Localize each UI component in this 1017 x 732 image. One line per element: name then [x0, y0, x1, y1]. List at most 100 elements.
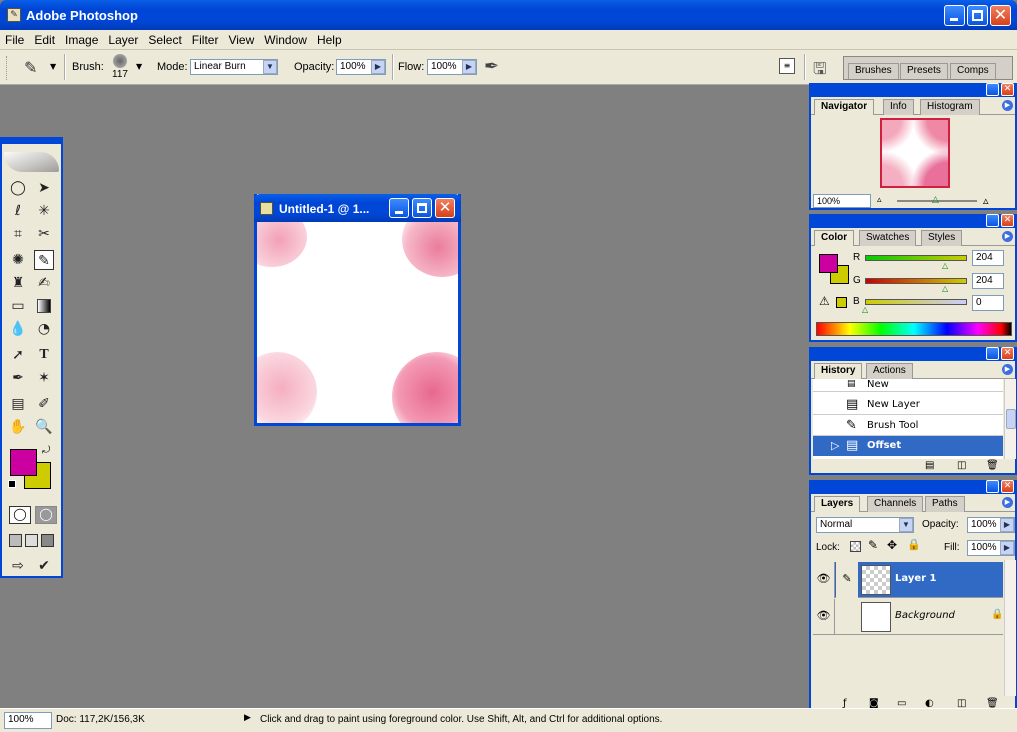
menu-image[interactable]: Image: [60, 30, 103, 47]
lock-all-icon[interactable]: 🔒: [907, 538, 921, 551]
move-tool-icon[interactable]: ➤: [34, 178, 54, 198]
minimize-button[interactable]: [944, 5, 965, 26]
mode-select[interactable]: Linear Burn ▼: [190, 59, 278, 75]
eraser-tool-icon[interactable]: ▭: [8, 296, 28, 316]
tab-paths[interactable]: Paths: [925, 496, 965, 512]
b-value-input[interactable]: 0: [972, 295, 1004, 311]
g-slider-thumb-icon[interactable]: △: [942, 284, 948, 293]
g-slider[interactable]: [865, 278, 967, 284]
r-slider[interactable]: [865, 255, 967, 261]
panel-menu-icon[interactable]: ▶: [1002, 364, 1013, 375]
tab-styles[interactable]: Styles: [921, 230, 963, 246]
well-tab-presets[interactable]: Presets: [900, 63, 948, 79]
list-item[interactable]: ▷ ▤ Offset: [813, 436, 1003, 456]
notes-tool-icon[interactable]: ▤: [8, 394, 28, 414]
list-item[interactable]: ▤ New: [813, 379, 1003, 392]
blend-mode-select[interactable]: Normal ▼: [816, 517, 914, 533]
lock-position-icon[interactable]: ✥: [887, 538, 897, 552]
lasso-tool-icon[interactable]: ℓ: [8, 201, 28, 221]
doc-close-button[interactable]: ✕: [435, 198, 455, 218]
b-slider[interactable]: [865, 299, 967, 305]
layer-row[interactable]: 👁 Background 🔒: [813, 599, 1003, 635]
history-scrollbar[interactable]: [1004, 379, 1016, 459]
status-zoom-input[interactable]: 100%: [4, 712, 52, 729]
menu-layer[interactable]: Layer: [103, 30, 143, 47]
tab-navigator[interactable]: Navigator: [814, 99, 875, 115]
edit-in-imageready-icon[interactable]: ✔: [34, 556, 54, 576]
fill-input[interactable]: 100% ▶: [967, 540, 1015, 556]
new-document-from-state-icon[interactable]: ▤: [925, 460, 934, 471]
history-brush-icon[interactable]: ✍: [34, 273, 54, 293]
default-colors-icon[interactable]: [8, 480, 16, 488]
brush-tool-preset-icon[interactable]: ✎: [24, 58, 37, 77]
menu-view[interactable]: View: [223, 30, 259, 47]
color-ramp[interactable]: [816, 322, 1012, 336]
tab-color[interactable]: Color: [814, 230, 855, 246]
screen-mode-full[interactable]: [41, 534, 54, 547]
brush-dropdown-icon[interactable]: ▼: [136, 62, 142, 71]
panel-minimize-button[interactable]: [986, 214, 999, 227]
tab-channels[interactable]: Channels: [867, 496, 924, 512]
layer-name[interactable]: Layer 1: [895, 573, 936, 584]
menu-file[interactable]: File: [0, 30, 29, 47]
screen-mode-full-menu[interactable]: [25, 534, 38, 547]
b-slider-thumb-icon[interactable]: △: [862, 305, 868, 314]
layer-name[interactable]: Background: [895, 610, 955, 621]
slice-tool-icon[interactable]: ✂: [34, 224, 54, 244]
brush-preview-icon[interactable]: [113, 54, 127, 68]
swap-colors-icon[interactable]: ⤾: [42, 445, 50, 456]
lock-pixels-icon[interactable]: ✎: [868, 538, 878, 552]
gamut-color-swatch[interactable]: [836, 297, 847, 308]
panel-menu-icon[interactable]: ▶: [1002, 497, 1013, 508]
list-item[interactable]: ✎ Brush Tool: [813, 416, 1003, 436]
eye-icon[interactable]: 👁: [813, 562, 835, 598]
history-state-slider-icon[interactable]: ▷: [831, 439, 839, 452]
eye-icon[interactable]: 👁: [813, 599, 835, 635]
status-menu-icon[interactable]: ▶: [244, 713, 251, 723]
r-value-input[interactable]: 204: [972, 250, 1004, 266]
crop-tool-icon[interactable]: ⌗: [8, 224, 28, 244]
preset-dropdown-icon[interactable]: ▼: [50, 62, 56, 71]
panel-close-button[interactable]: ✕: [1001, 347, 1014, 360]
well-tab-comps[interactable]: Comps: [950, 63, 996, 79]
screen-mode-standard[interactable]: [9, 534, 22, 547]
close-button[interactable]: ✕: [990, 5, 1011, 26]
brush-link-icon[interactable]: ✎: [836, 562, 858, 598]
magic-wand-icon[interactable]: ✳: [34, 201, 54, 221]
panel-minimize-button[interactable]: [986, 480, 999, 493]
quick-mask-button[interactable]: ◯: [35, 506, 57, 524]
panel-minimize-button[interactable]: [986, 83, 999, 96]
tab-swatches[interactable]: Swatches: [859, 230, 917, 246]
tab-info[interactable]: Info: [883, 99, 914, 115]
zoom-out-icon[interactable]: ▵: [877, 195, 882, 205]
layer-row[interactable]: 👁 ✎ Layer 1: [813, 562, 1003, 598]
color-fg-swatch[interactable]: [819, 254, 838, 273]
file-browser-icon[interactable]: 🖫: [813, 58, 827, 85]
gamut-warning-icon[interactable]: ⚠: [819, 294, 830, 308]
canvas-image[interactable]: [257, 222, 458, 423]
zoom-slider-thumb-icon[interactable]: △: [932, 195, 939, 205]
palette-options-icon[interactable]: ≡: [779, 58, 795, 74]
menu-select[interactable]: Select: [143, 30, 186, 47]
foreground-color-swatch[interactable]: [10, 449, 37, 476]
eyedropper-icon[interactable]: ✐: [34, 394, 54, 414]
list-item[interactable]: ▤ New Layer: [813, 395, 1003, 415]
new-snapshot-icon[interactable]: ◫: [957, 460, 966, 471]
trash-icon[interactable]: 🗑: [986, 460, 999, 471]
panel-close-button[interactable]: ✕: [1001, 83, 1014, 96]
type-tool-icon[interactable]: T: [34, 345, 54, 365]
layers-scrollbar[interactable]: [1004, 560, 1016, 696]
navigator-zoom-input[interactable]: 100%: [813, 194, 871, 208]
dodge-tool-icon[interactable]: ◔: [34, 319, 54, 339]
lock-transparency-icon[interactable]: [850, 541, 861, 552]
pen-tool-icon[interactable]: ✒: [8, 368, 28, 388]
menu-edit[interactable]: Edit: [29, 30, 60, 47]
g-value-input[interactable]: 204: [972, 273, 1004, 289]
doc-maximize-button[interactable]: [412, 198, 432, 218]
menu-help[interactable]: Help: [312, 30, 347, 47]
tab-actions[interactable]: Actions: [866, 363, 913, 379]
tab-history[interactable]: History: [814, 363, 863, 379]
panel-minimize-button[interactable]: [986, 347, 999, 360]
panel-close-button[interactable]: ✕: [1001, 214, 1014, 227]
zoom-tool-icon[interactable]: 🔍: [34, 417, 54, 437]
